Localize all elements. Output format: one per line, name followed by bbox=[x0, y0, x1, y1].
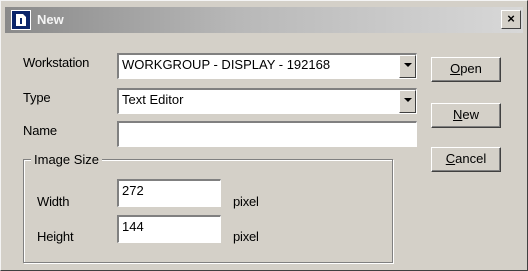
window-title: New bbox=[37, 12, 64, 27]
dropdown-arrow-icon[interactable] bbox=[399, 55, 416, 78]
close-icon: × bbox=[507, 11, 515, 26]
new-mnemonic: N bbox=[452, 107, 463, 122]
new-label-rest: ew bbox=[462, 107, 479, 122]
cancel-mnemonic: C bbox=[445, 151, 456, 166]
type-combobox[interactable]: Text Editor bbox=[117, 88, 417, 114]
type-value: Text Editor bbox=[122, 92, 184, 107]
open-button[interactable]: Open bbox=[431, 57, 501, 82]
open-mnemonic: O bbox=[450, 61, 461, 76]
image-size-group bbox=[23, 159, 393, 263]
dropdown-arrow-icon[interactable] bbox=[399, 90, 416, 113]
height-label: Height bbox=[37, 229, 74, 244]
width-value: 272 bbox=[122, 183, 144, 198]
open-label-rest: pen bbox=[460, 61, 482, 76]
title-bar[interactable]: New × bbox=[5, 7, 523, 33]
workstation-label: Workstation bbox=[23, 55, 90, 70]
name-label: Name bbox=[23, 123, 57, 138]
height-value: 144 bbox=[122, 219, 144, 234]
window-icon bbox=[11, 10, 31, 30]
new-dialog: New × Workstation WORKGROUP - DISPLAY - … bbox=[0, 0, 528, 271]
new-button[interactable]: New bbox=[431, 103, 501, 128]
type-label: Type bbox=[23, 90, 51, 105]
width-input[interactable]: 272 bbox=[117, 179, 221, 207]
workstation-value: WORKGROUP - DISPLAY - 192168 bbox=[122, 57, 331, 72]
cancel-label-rest: ancel bbox=[455, 151, 487, 166]
width-label: Width bbox=[37, 194, 70, 209]
name-input[interactable] bbox=[117, 121, 417, 147]
image-size-group-label: Image Size bbox=[31, 152, 103, 167]
cancel-button[interactable]: Cancel bbox=[431, 147, 501, 172]
close-button[interactable]: × bbox=[501, 10, 521, 29]
width-unit: pixel bbox=[233, 194, 259, 209]
height-input[interactable]: 144 bbox=[117, 215, 221, 243]
height-unit: pixel bbox=[233, 229, 259, 244]
workstation-combobox[interactable]: WORKGROUP - DISPLAY - 192168 bbox=[117, 53, 417, 79]
